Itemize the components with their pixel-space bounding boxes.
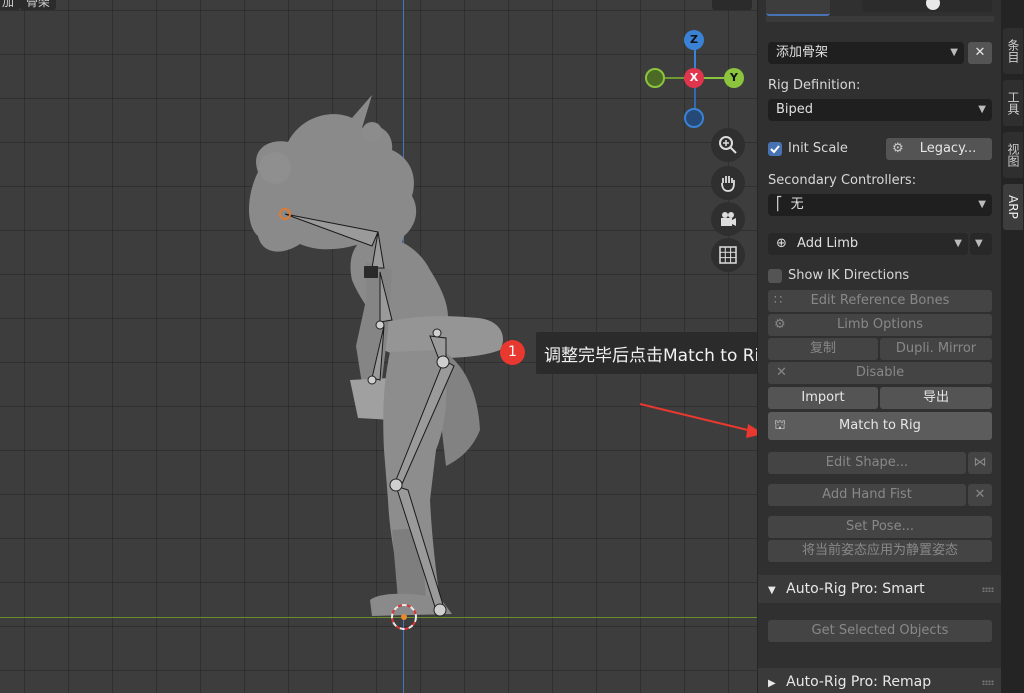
bracket-icon: ⎡ bbox=[776, 197, 783, 212]
match-to-rig-button[interactable]: ⛫ Match to Rig bbox=[768, 412, 992, 440]
show-ik-label: Show IK Directions bbox=[788, 268, 910, 283]
export-button[interactable]: 导出 bbox=[880, 387, 992, 409]
smart-section-header[interactable]: ▼ Auto-Rig Pro: Smart bbox=[758, 575, 1002, 603]
legacy-button[interactable]: ⚙ Legacy... bbox=[886, 138, 992, 160]
secondary-controllers-select[interactable]: ⎡ 无 ▼ bbox=[768, 194, 992, 216]
x-icon: ✕ bbox=[776, 365, 787, 380]
init-scale-label: Init Scale bbox=[788, 141, 848, 156]
remap-section-header[interactable]: ▶ Auto-Rig Pro: Remap bbox=[758, 668, 1002, 693]
gizmo-y-axis[interactable]: Y bbox=[724, 68, 744, 88]
gizmo-z-axis[interactable]: Z bbox=[684, 30, 704, 50]
disable-button[interactable]: ✕ Disable bbox=[768, 362, 992, 384]
expand-arrow-icon: ▶ bbox=[768, 678, 776, 689]
tab-item[interactable]: 条目 bbox=[1003, 28, 1023, 74]
collapse-arrow-icon: ▼ bbox=[768, 585, 776, 596]
apply-rest-pose-button[interactable]: 将当前姿态应用为静置姿态 bbox=[768, 540, 992, 562]
butterfly-icon: ⋈ bbox=[973, 455, 987, 470]
pan-hand-icon[interactable] bbox=[711, 166, 745, 200]
plus-circle-icon: ⊕ bbox=[776, 236, 787, 251]
init-scale-checkbox[interactable] bbox=[768, 142, 782, 156]
copy-button[interactable]: 复制 bbox=[768, 338, 878, 360]
annotation-arrow bbox=[639, 403, 757, 433]
edit-reference-bones-button[interactable]: ∷ Edit Reference Bones bbox=[768, 290, 992, 312]
rig-definition-label: Rig Definition: bbox=[768, 78, 861, 93]
chevron-down-icon: ▼ bbox=[978, 199, 986, 210]
shape-mirror-button[interactable]: ⋈ bbox=[968, 452, 992, 474]
auto-rig-pro-panel: 添加骨架 ▼ ✕ Rig Definition: Biped ▼ Init Sc… bbox=[757, 0, 1002, 693]
close-button[interactable]: ✕ bbox=[968, 42, 992, 64]
panel-top-box bbox=[766, 16, 994, 22]
gizmo-x-axis[interactable]: X bbox=[684, 68, 704, 88]
drag-grip-icon[interactable] bbox=[982, 680, 994, 685]
panel-top-tab[interactable] bbox=[766, 0, 830, 16]
import-button[interactable]: Import bbox=[768, 387, 878, 409]
drag-grip-icon[interactable] bbox=[982, 587, 994, 592]
chevron-down-icon: ▼ bbox=[954, 238, 962, 249]
chevron-down-icon: ▼ bbox=[978, 104, 986, 115]
gizmo-neg-x-axis[interactable] bbox=[645, 68, 665, 88]
bones-icon: ∷ bbox=[774, 293, 783, 308]
set-pose-button[interactable]: Set Pose... bbox=[768, 516, 992, 538]
limb-options-button[interactable]: ⚙ Limb Options bbox=[768, 314, 992, 336]
add-hand-fist-button[interactable]: Add Hand Fist bbox=[768, 484, 966, 506]
chevron-down-icon: ▼ bbox=[950, 47, 958, 58]
zoom-icon[interactable] bbox=[711, 128, 745, 162]
gizmo-neg-z-axis[interactable] bbox=[684, 108, 704, 128]
add-rig-select[interactable]: 添加骨架 ▼ bbox=[768, 42, 964, 64]
rig-definition-select[interactable]: Biped ▼ bbox=[768, 99, 992, 121]
tab-arp[interactable]: ARP bbox=[1003, 184, 1023, 230]
add-limb-select[interactable]: ⊕ Add Limb ▼ bbox=[768, 233, 968, 255]
sidebar-tabs: 条目 工具 视图 ARP bbox=[1001, 0, 1024, 693]
grid-view-icon[interactable] bbox=[711, 238, 745, 272]
camera-icon[interactable] bbox=[711, 202, 745, 236]
get-selected-objects-button[interactable]: Get Selected Objects bbox=[768, 620, 992, 642]
tab-tool[interactable]: 工具 bbox=[1003, 80, 1023, 126]
tab-view[interactable]: 视图 bbox=[1003, 132, 1023, 178]
add-limb-dropdown-button[interactable]: ▼ bbox=[970, 233, 992, 255]
step-badge: 1 bbox=[500, 340, 525, 365]
show-ik-checkbox[interactable] bbox=[768, 269, 782, 283]
gears-icon: ⚙ bbox=[892, 141, 904, 156]
edit-shape-button[interactable]: Edit Shape... bbox=[768, 452, 966, 474]
dupli-mirror-button[interactable]: Dupli. Mirror bbox=[880, 338, 992, 360]
match-rig-icon: ⛫ bbox=[774, 418, 786, 433]
remove-hand-fist-button[interactable]: ✕ bbox=[968, 484, 992, 506]
callout-text: 调整完毕后点击Match to Rig bbox=[544, 346, 771, 366]
gear-icon: ⚙ bbox=[774, 317, 786, 332]
secondary-controllers-label: Secondary Controllers: bbox=[768, 173, 917, 188]
